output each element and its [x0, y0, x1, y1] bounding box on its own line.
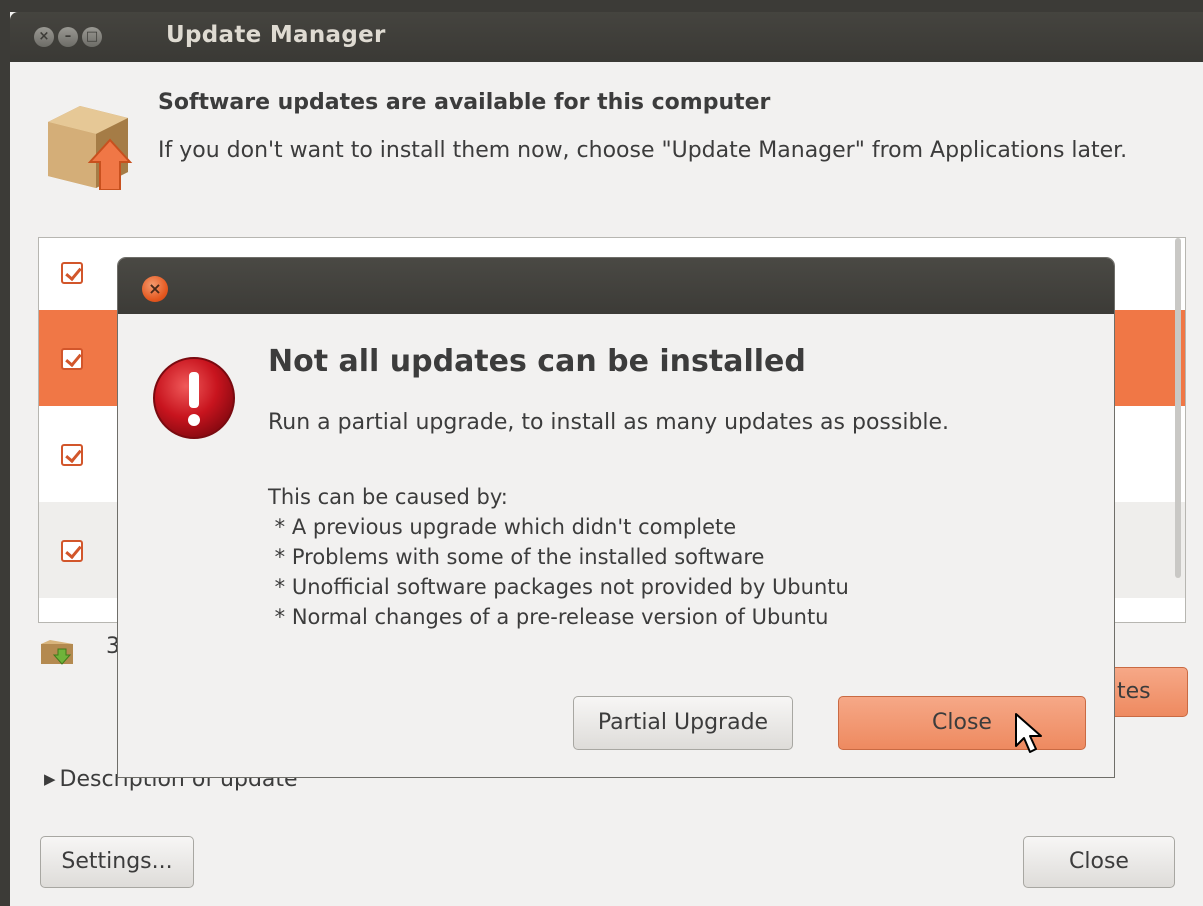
dialog-heading: Not all updates can be installed — [268, 344, 806, 379]
window-title: Update Manager — [166, 22, 386, 48]
update-checkbox[interactable] — [61, 444, 83, 466]
download-icon — [41, 640, 73, 665]
update-checkbox[interactable] — [61, 262, 83, 284]
window-maximize-button[interactable]: □ — [82, 27, 102, 47]
window-close-button[interactable]: × — [34, 27, 54, 47]
dialog-causes-list: This can be caused by: * A previous upgr… — [268, 485, 849, 629]
dialog-close-button[interactable]: Close — [838, 696, 1086, 750]
update-checkbox[interactable] — [61, 348, 83, 370]
dialog-close-icon[interactable]: × — [142, 276, 168, 302]
update-checkbox[interactable] — [61, 540, 83, 562]
settings-button[interactable]: Settings... — [40, 836, 194, 888]
expander-arrow-icon: ▶ — [44, 770, 56, 788]
updates-heading: Software updates are available for this … — [158, 90, 771, 115]
package-upgrade-icon — [48, 106, 133, 190]
mouse-pointer-icon — [1015, 713, 1042, 753]
updates-subtext: If you don't want to install them now, c… — [158, 138, 1128, 163]
list-scrollbar[interactable] — [1175, 238, 1181, 578]
partial-upgrade-button[interactable]: Partial Upgrade — [573, 696, 793, 750]
dialog-titlebar[interactable]: × — [118, 258, 1114, 314]
close-button[interactable]: Close — [1023, 836, 1175, 888]
window-minimize-button[interactable]: – — [58, 27, 78, 47]
error-dialog: × Not all updates can be installed Run a… — [117, 257, 1115, 778]
window-titlebar[interactable]: × – □ Update Manager — [10, 12, 1203, 62]
error-icon — [153, 357, 235, 439]
dialog-text: Run a partial upgrade, to install as man… — [268, 410, 950, 435]
